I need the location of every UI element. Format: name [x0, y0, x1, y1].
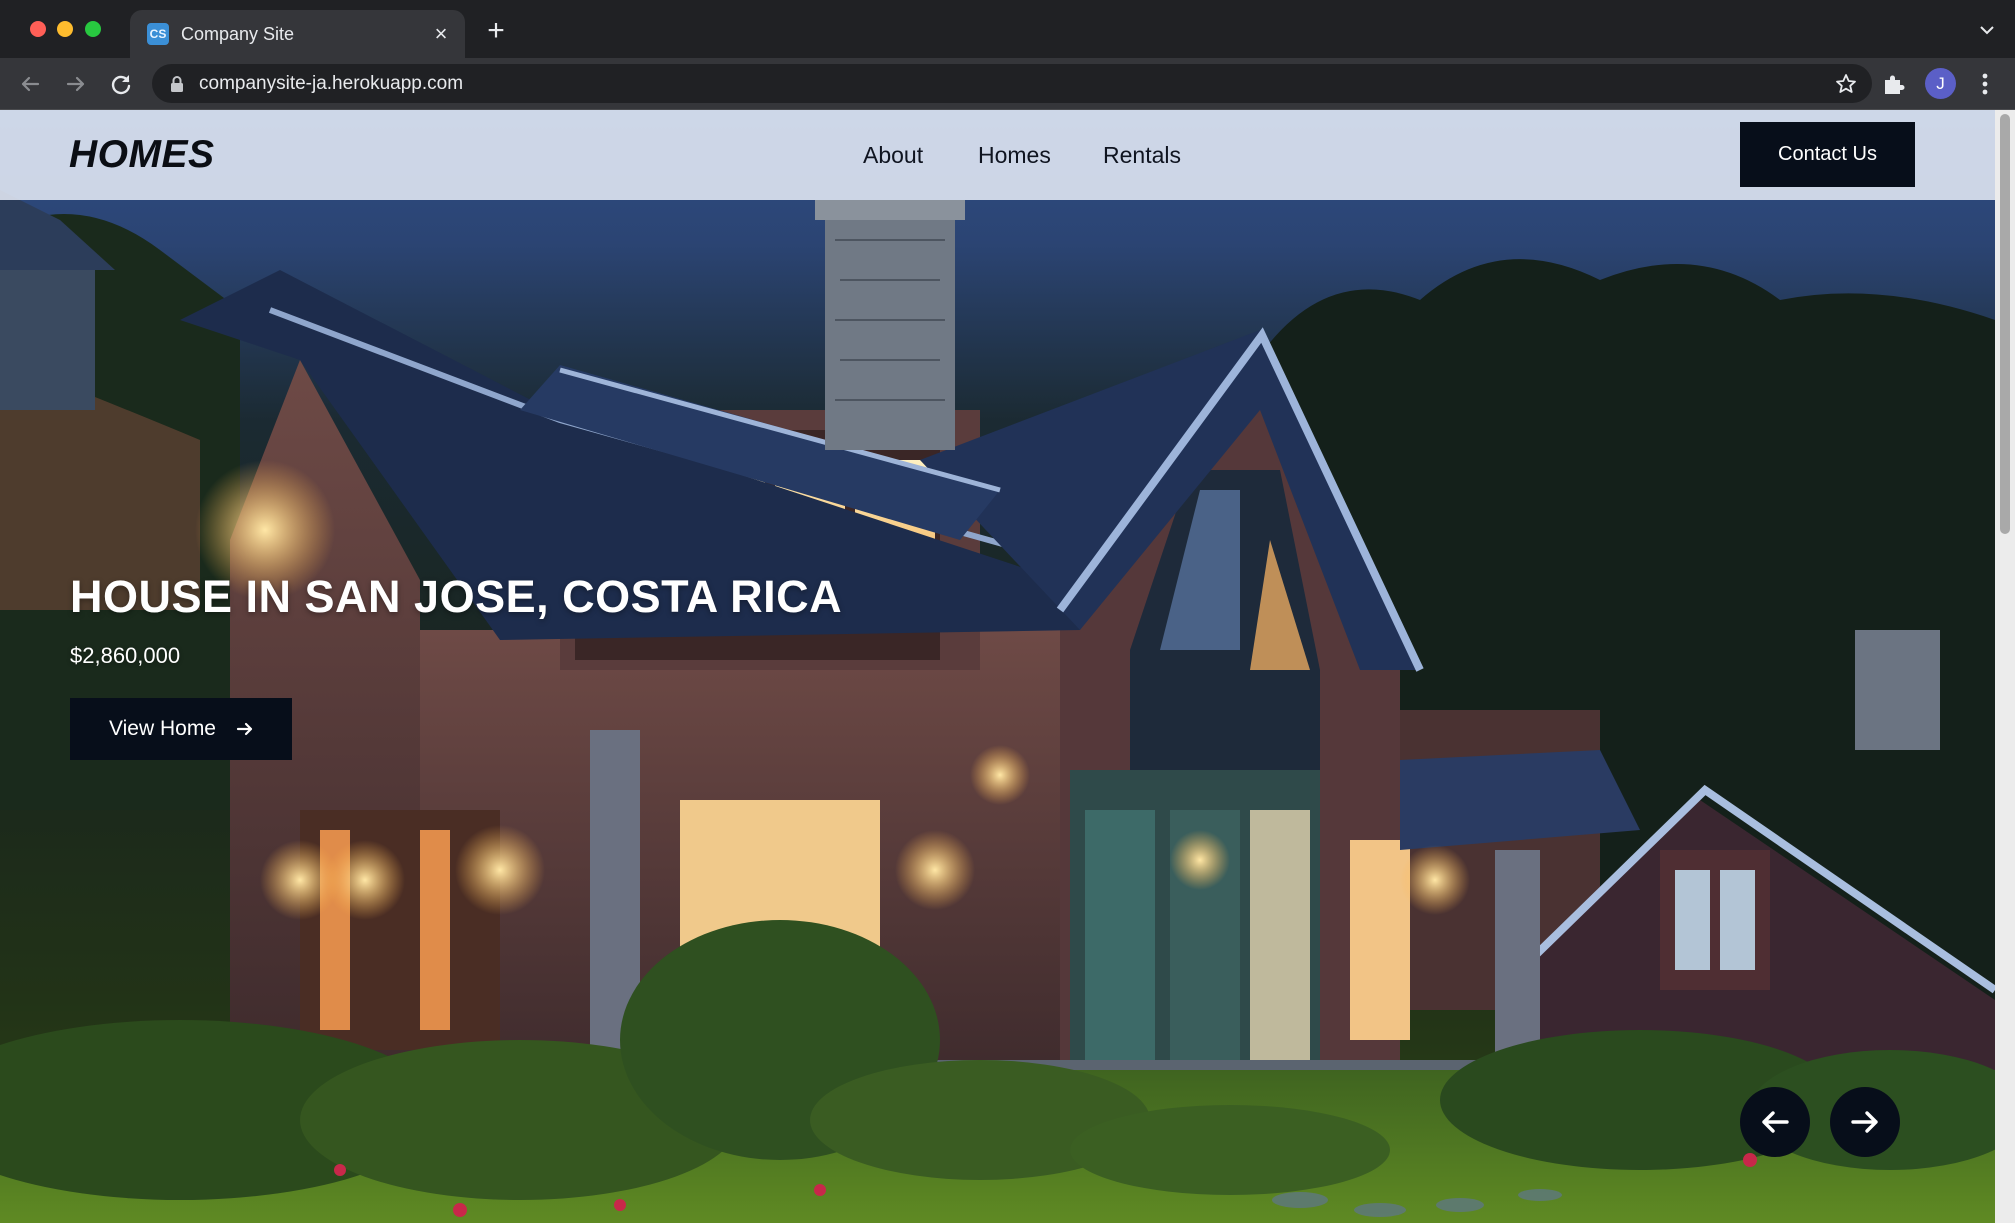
- tab-title: Company Site: [181, 24, 295, 44]
- profile-avatar[interactable]: J: [1925, 68, 1956, 99]
- scrollbar-thumb[interactable]: [2000, 114, 2010, 534]
- browser-tab-bar: CS Company Site × +: [0, 0, 2015, 58]
- browser-toolbar: companysite-ja.herokuapp.com J: [0, 58, 2015, 110]
- contact-us-button[interactable]: Contact Us: [1740, 122, 1915, 187]
- new-tab-button[interactable]: +: [481, 16, 511, 46]
- arrow-left-icon: [1762, 1111, 1789, 1133]
- close-window-button[interactable]: [30, 21, 46, 37]
- view-home-label: View Home: [109, 717, 216, 740]
- extensions-puzzle-icon[interactable]: [1880, 70, 1908, 98]
- view-home-button[interactable]: View Home: [70, 698, 292, 760]
- nav-link-homes[interactable]: Homes: [978, 140, 1051, 170]
- page-viewport: HOMES About Homes Rentals Contact Us HOU…: [0, 110, 2015, 1223]
- browser-menu-icon[interactable]: [1975, 70, 1995, 98]
- site-logo[interactable]: HOMES: [69, 132, 215, 178]
- nav-link-rentals[interactable]: Rentals: [1103, 140, 1181, 170]
- arrow-right-icon: [1851, 1111, 1878, 1133]
- lock-icon[interactable]: [169, 75, 185, 93]
- tab-close-icon[interactable]: ×: [429, 22, 453, 46]
- hero-carousel: HOMES About Homes Rentals Contact Us HOU…: [0, 110, 1995, 1223]
- forward-arrow-icon[interactable]: [62, 70, 90, 98]
- back-arrow-icon[interactable]: [16, 70, 44, 98]
- url-text: companysite-ja.herokuapp.com: [199, 73, 464, 94]
- reload-icon[interactable]: [107, 70, 135, 98]
- minimize-window-button[interactable]: [57, 21, 73, 37]
- browser-tab[interactable]: CS Company Site ×: [130, 10, 465, 58]
- maximize-window-button[interactable]: [85, 21, 101, 37]
- arrow-right-icon: [236, 722, 253, 736]
- tab-search-chevron-icon[interactable]: [1979, 22, 1995, 38]
- carousel-next-button[interactable]: [1830, 1087, 1900, 1157]
- bookmark-star-icon[interactable]: [1834, 72, 1858, 96]
- site-header: HOMES About Homes Rentals Contact Us: [0, 110, 1995, 200]
- hero-title: HOUSE IN SAN JOSE, COSTA RICA: [70, 571, 843, 622]
- hero-price: $2,860,000: [70, 643, 181, 668]
- carousel-previous-button[interactable]: [1740, 1087, 1810, 1157]
- hero-house-image: [0, 190, 1995, 1223]
- page-scrollbar[interactable]: [1995, 110, 2015, 1223]
- nav-link-about[interactable]: About: [863, 140, 923, 170]
- favicon-icon: CS: [147, 23, 169, 45]
- address-bar[interactable]: companysite-ja.herokuapp.com: [152, 64, 1872, 103]
